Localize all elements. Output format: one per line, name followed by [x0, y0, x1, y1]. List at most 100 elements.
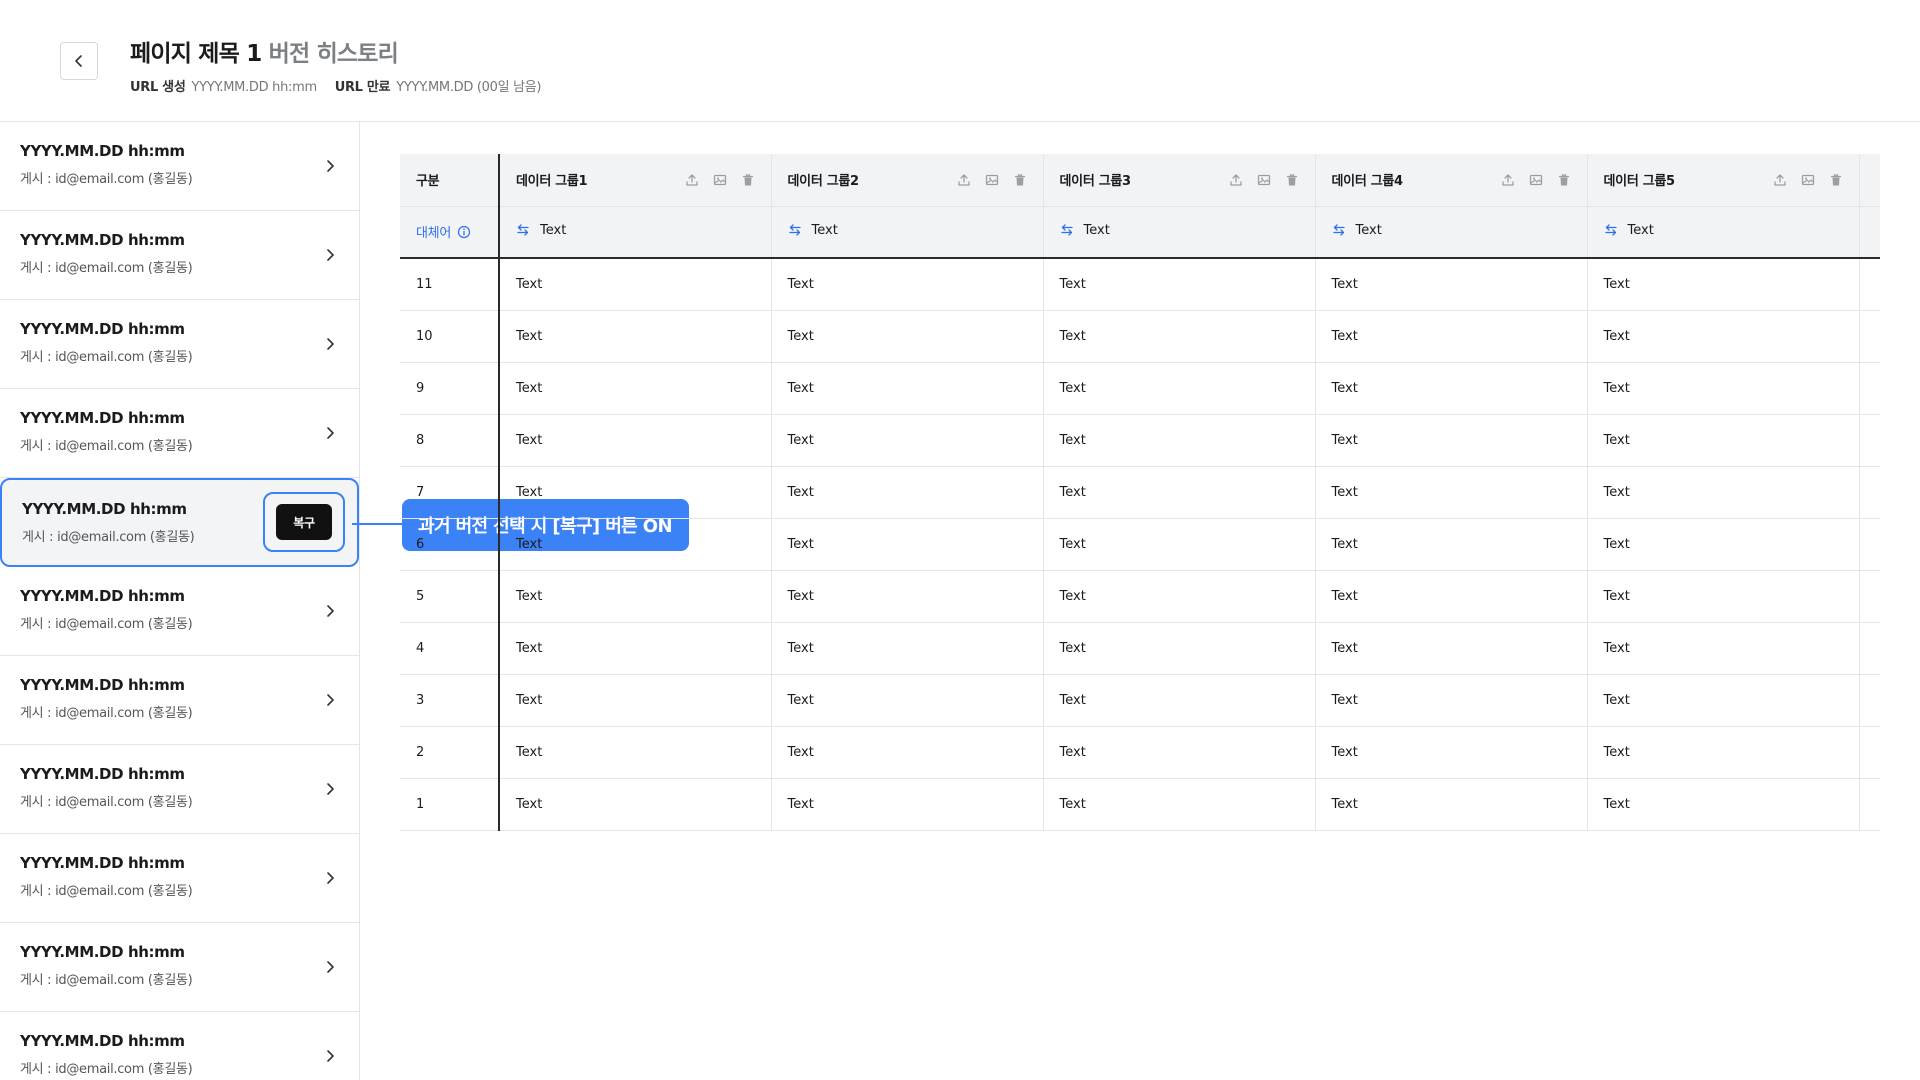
- upload-icon[interactable]: [1499, 171, 1517, 189]
- trash-icon[interactable]: [1011, 171, 1029, 189]
- table-cell[interactable]: Text: [1314, 362, 1587, 415]
- chevron-right-icon: [327, 427, 334, 439]
- table-cell[interactable]: Text: [770, 414, 1043, 467]
- version-item[interactable]: YYYY.MM.DD hh:mm 게시 : id@email.com (홍길동): [0, 834, 359, 923]
- table-cell[interactable]: Text: [1042, 310, 1315, 363]
- chevron-right-icon: [327, 338, 334, 350]
- restore-button[interactable]: 복구: [276, 504, 332, 540]
- table-cell[interactable]: Text: [1586, 622, 1859, 675]
- version-poster: 게시 : id@email.com (홍길동): [20, 350, 193, 365]
- table-cell[interactable]: Text: [498, 570, 771, 623]
- chevron-right-icon: [327, 160, 334, 172]
- table-cell[interactable]: Text: [1042, 518, 1315, 571]
- table-cell[interactable]: Text: [1586, 414, 1859, 467]
- table-cell[interactable]: Text: [1042, 466, 1315, 519]
- table-cell[interactable]: Text: [1586, 362, 1859, 415]
- image-icon[interactable]: [983, 171, 1001, 189]
- trash-icon[interactable]: [739, 171, 757, 189]
- chevron-right-icon: [327, 783, 334, 795]
- trash-icon[interactable]: [1827, 171, 1845, 189]
- table-cell[interactable]: Text: [1314, 310, 1587, 363]
- table-cell[interactable]: Text: [770, 362, 1043, 415]
- alias-text: Text: [1355, 222, 1382, 238]
- table-cell[interactable]: Text: [498, 466, 771, 519]
- table-cell[interactable]: Text: [1042, 778, 1315, 831]
- title-block: 페이지 제목 1 버전 히스토리 URL 생성 YYYY.MM.DD hh:mm …: [130, 34, 555, 95]
- table-cell[interactable]: Text: [1042, 674, 1315, 727]
- table-cell[interactable]: Text: [1586, 518, 1859, 571]
- table-cell[interactable]: Text: [1314, 518, 1587, 571]
- alias-cell[interactable]: Text: [770, 206, 1043, 259]
- version-item[interactable]: YYYY.MM.DD hh:mm 게시 : id@email.com (홍길동): [0, 300, 359, 389]
- table-cell[interactable]: Text: [1586, 258, 1859, 311]
- table-cell[interactable]: Text: [770, 466, 1043, 519]
- table-cell[interactable]: Text: [1314, 570, 1587, 623]
- image-icon[interactable]: [1527, 171, 1545, 189]
- table-cell[interactable]: Text: [770, 518, 1043, 571]
- version-item[interactable]: YYYY.MM.DD hh:mm 게시 : id@email.com (홍길동): [0, 923, 359, 1012]
- url-created-value: YYYY.MM.DD hh:mm: [191, 80, 318, 95]
- table-cell[interactable]: Text: [498, 778, 771, 831]
- table-cell[interactable]: Text: [498, 414, 771, 467]
- trash-icon[interactable]: [1555, 171, 1573, 189]
- table-cell[interactable]: Text: [1586, 674, 1859, 727]
- group-header: 데이터 그룹1: [498, 154, 771, 207]
- image-icon[interactable]: [711, 171, 729, 189]
- table-cell[interactable]: Text: [1314, 726, 1587, 779]
- version-item[interactable]: YYYY.MM.DD hh:mm 게시 : id@email.com (홍길동): [0, 567, 359, 656]
- table-cell[interactable]: Text: [1042, 362, 1315, 415]
- version-item[interactable]: YYYY.MM.DD hh:mm 게시 : id@email.com (홍길동): [0, 211, 359, 300]
- table-cell[interactable]: Text: [770, 258, 1043, 311]
- trash-icon[interactable]: [1283, 171, 1301, 189]
- upload-icon[interactable]: [683, 171, 701, 189]
- table-cell[interactable]: Text: [498, 622, 771, 675]
- back-button[interactable]: [60, 42, 98, 80]
- table-cell[interactable]: Text: [1314, 258, 1587, 311]
- table-cell[interactable]: Text: [498, 362, 771, 415]
- table-cell[interactable]: Text: [1586, 778, 1859, 831]
- table-cell[interactable]: Text: [1586, 726, 1859, 779]
- group-header: 데이터 그룹5: [1586, 154, 1859, 207]
- table-cell[interactable]: Text: [1586, 310, 1859, 363]
- table-cell[interactable]: Text: [770, 570, 1043, 623]
- upload-icon[interactable]: [1227, 171, 1245, 189]
- version-item[interactable]: YYYY.MM.DD hh:mm 게시 : id@email.com (홍길동): [0, 389, 359, 478]
- table-cell[interactable]: Text: [1586, 466, 1859, 519]
- alias-cell[interactable]: Text: [1314, 206, 1587, 259]
- version-item[interactable]: YYYY.MM.DD hh:mm 게시 : id@email.com (홍길동): [0, 745, 359, 834]
- table-cell[interactable]: Text: [1042, 570, 1315, 623]
- table-cell[interactable]: Text: [770, 726, 1043, 779]
- table-cell[interactable]: Text: [1314, 466, 1587, 519]
- info-icon[interactable]: [457, 225, 471, 239]
- table-cell[interactable]: Text: [770, 674, 1043, 727]
- alias-cell[interactable]: Text: [1586, 206, 1859, 259]
- table-cell[interactable]: Text: [498, 518, 771, 571]
- table-cell[interactable]: Text: [770, 778, 1043, 831]
- image-icon[interactable]: [1799, 171, 1817, 189]
- image-icon[interactable]: [1255, 171, 1273, 189]
- table-cell[interactable]: Text: [498, 310, 771, 363]
- table-cell[interactable]: Text: [1314, 414, 1587, 467]
- version-item[interactable]: YYYY.MM.DD hh:mm 게시 : id@email.com (홍길동): [0, 656, 359, 745]
- table-cell[interactable]: Text: [770, 310, 1043, 363]
- alias-cell[interactable]: Text: [498, 206, 771, 259]
- table-cell[interactable]: Text: [498, 674, 771, 727]
- table-cell[interactable]: Text: [1042, 726, 1315, 779]
- table-cell[interactable]: Text: [1042, 414, 1315, 467]
- version-item[interactable]: YYYY.MM.DD hh:mm 게시 : id@email.com (홍길동) 복…: [0, 478, 359, 567]
- version-item[interactable]: YYYY.MM.DD hh:mm 게시 : id@email.com (홍길동): [0, 122, 359, 211]
- table-cell[interactable]: Text: [498, 726, 771, 779]
- version-date: YYYY.MM.DD hh:mm: [20, 676, 185, 694]
- alias-cell[interactable]: Text: [1042, 206, 1315, 259]
- table-cell[interactable]: Text: [498, 258, 771, 311]
- upload-icon[interactable]: [1771, 171, 1789, 189]
- table-cell[interactable]: Text: [1042, 258, 1315, 311]
- version-item[interactable]: YYYY.MM.DD hh:mm 게시 : id@email.com (홍길동): [0, 1012, 359, 1080]
- table-cell[interactable]: Text: [1314, 674, 1587, 727]
- table-cell[interactable]: Text: [770, 622, 1043, 675]
- table-cell[interactable]: Text: [1042, 622, 1315, 675]
- table-cell[interactable]: Text: [1586, 570, 1859, 623]
- table-cell[interactable]: Text: [1314, 622, 1587, 675]
- upload-icon[interactable]: [955, 171, 973, 189]
- table-cell[interactable]: Text: [1314, 778, 1587, 831]
